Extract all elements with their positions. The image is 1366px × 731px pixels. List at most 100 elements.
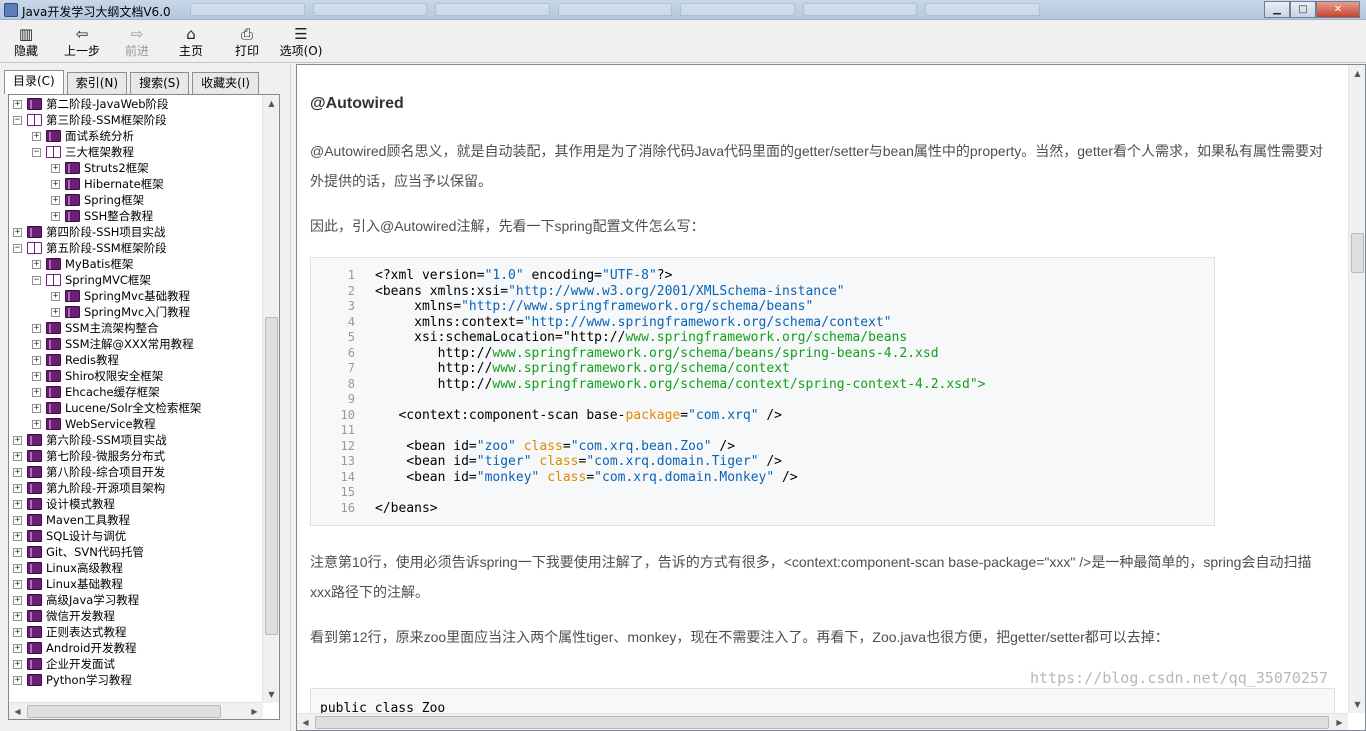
expand-toggle-icon[interactable]: + [13,579,22,589]
tree-item[interactable]: + Lucene/Solr全文检索框架 [32,400,201,416]
tree-item[interactable]: + Linux高级教程 [13,560,123,576]
scroll-up-arrow[interactable]: ▲ [1349,65,1365,82]
tree-item[interactable]: + 微信开发教程 [13,608,115,624]
expand-toggle-icon[interactable]: + [51,291,60,301]
tree-item[interactable]: + 第七阶段-微服务分布式 [13,448,165,464]
scroll-thumb[interactable] [315,716,1329,729]
tab-favorites[interactable]: 收藏夹(I) [192,72,259,94]
expand-toggle-icon[interactable]: + [51,195,60,205]
expand-toggle-icon[interactable]: + [32,371,41,381]
expand-toggle-icon[interactable]: + [13,467,22,477]
scroll-left-arrow[interactable]: ◀ [9,703,26,720]
expand-toggle-icon[interactable]: + [13,675,22,685]
scroll-left-arrow[interactable]: ◀ [297,714,314,730]
back-button[interactable]: ⇦ 上一步 [58,24,106,60]
tree-item[interactable]: + Linux基础教程 [13,576,123,592]
expand-toggle-icon[interactable]: + [13,451,22,461]
tree-item[interactable]: + MyBatis框架 [32,256,133,272]
tree-item[interactable]: + SpringMvc入门教程 [51,304,190,320]
expand-toggle-icon[interactable]: + [32,387,41,397]
expand-toggle-icon[interactable]: + [51,163,60,173]
tree-item[interactable]: + 设计模式教程 [13,496,115,512]
tab-contents[interactable]: 目录(C) [4,70,64,94]
tree-item[interactable]: − 三大框架教程 [32,144,134,160]
tree-item[interactable]: + SpringMvc基础教程 [51,288,190,304]
print-button[interactable]: ⎙ 打印 [228,24,266,60]
home-button[interactable]: ⌂ 主页 [172,24,210,60]
options-button[interactable]: ☰ 选项(O) [276,24,326,60]
maximize-button[interactable]: □ [1290,1,1316,18]
tree-item[interactable]: + 面试系统分析 [32,128,134,144]
scroll-thumb[interactable] [265,317,278,635]
tree-item[interactable]: + SQL设计与调优 [13,528,126,544]
expand-toggle-icon[interactable]: + [51,307,60,317]
expand-toggle-icon[interactable]: + [13,483,22,493]
tree-item[interactable]: − 第五阶段-SSM框架阶段 [13,240,167,256]
hide-button[interactable]: ▥ 隐藏 [6,24,46,60]
tab-index[interactable]: 索引(N) [66,72,128,94]
expand-toggle-icon[interactable]: + [13,595,22,605]
expand-toggle-icon[interactable]: + [13,99,22,109]
expand-toggle-icon[interactable]: + [32,419,41,429]
tree-item[interactable]: + 第八阶段-综合项目开发 [13,464,165,480]
tree-item[interactable]: + 第四阶段-SSH项目实战 [13,224,165,240]
expand-toggle-icon[interactable]: + [13,643,22,653]
expand-toggle-icon[interactable]: + [13,435,22,445]
tree-item[interactable]: + Spring框架 [51,192,144,208]
content-vertical-scrollbar[interactable]: ▲ ▼ [1348,65,1365,713]
expand-toggle-icon[interactable]: + [32,131,41,141]
tree-item[interactable]: + 第九阶段-开源项目架构 [13,480,165,496]
tree-item[interactable]: + 企业开发面试 [13,656,115,672]
tree-vertical-scrollbar[interactable]: ▲ ▼ [262,95,279,703]
tree-item[interactable]: + WebService教程 [32,416,156,432]
expand-toggle-icon[interactable]: + [13,563,22,573]
collapse-toggle-icon[interactable]: − [13,115,22,125]
expand-toggle-icon[interactable]: + [32,355,41,365]
expand-toggle-icon[interactable]: + [13,627,22,637]
minimize-button[interactable]: ▁ [1264,1,1290,18]
tree-item[interactable]: + 第六阶段-SSM项目实战 [13,432,167,448]
tree-item[interactable]: + Struts2框架 [51,160,149,176]
expand-toggle-icon[interactable]: + [13,611,22,621]
expand-toggle-icon[interactable]: + [13,531,22,541]
scroll-thumb[interactable] [27,705,221,718]
collapse-toggle-icon[interactable]: − [13,243,22,253]
tree-item[interactable]: + Shiro权限安全框架 [32,368,163,384]
close-button[interactable]: ✕ [1316,1,1360,18]
tree-item[interactable]: + Android开发教程 [13,640,136,656]
expand-toggle-icon[interactable]: + [51,211,60,221]
collapse-toggle-icon[interactable]: − [32,147,41,157]
scroll-right-arrow[interactable]: ▶ [1331,714,1348,730]
tree-item[interactable]: + 第二阶段-JavaWeb阶段 [13,96,169,112]
expand-toggle-icon[interactable]: + [13,227,22,237]
expand-toggle-icon[interactable]: + [13,499,22,509]
tree-item[interactable]: + Python学习教程 [13,672,132,688]
expand-toggle-icon[interactable]: + [13,547,22,557]
tree-item[interactable]: + Hibernate框架 [51,176,164,192]
tree-item[interactable]: + Maven工具教程 [13,512,130,528]
collapse-toggle-icon[interactable]: − [32,275,41,285]
scroll-right-arrow[interactable]: ▶ [246,703,263,720]
tree-item[interactable]: + Ehcache缓存框架 [32,384,160,400]
tree-item[interactable]: + Git、SVN代码托管 [13,544,144,560]
tab-search[interactable]: 搜索(S) [130,72,190,94]
expand-toggle-icon[interactable]: + [32,323,41,333]
scroll-up-arrow[interactable]: ▲ [263,95,280,112]
forward-button[interactable]: ⇨ 前进 [118,24,156,60]
expand-toggle-icon[interactable]: + [13,515,22,525]
expand-toggle-icon[interactable]: + [32,403,41,413]
scroll-down-arrow[interactable]: ▼ [1349,696,1365,713]
expand-toggle-icon[interactable]: + [13,659,22,669]
content-horizontal-scrollbar[interactable]: ◀ ▶ [297,713,1348,730]
tree-item[interactable]: + 高级Java学习教程 [13,592,139,608]
tree-item[interactable]: + Redis教程 [32,352,119,368]
scroll-thumb[interactable] [1351,233,1364,273]
tree-item[interactable]: + SSM注解@XXX常用教程 [32,336,194,352]
expand-toggle-icon[interactable]: + [32,339,41,349]
tree-item[interactable]: + 正则表达式教程 [13,624,127,640]
tree-horizontal-scrollbar[interactable]: ◀ ▶ [9,702,263,719]
expand-toggle-icon[interactable]: + [32,259,41,269]
tree-item[interactable]: + SSM主流架构整合 [32,320,159,336]
expand-toggle-icon[interactable]: + [51,179,60,189]
tree-item[interactable]: − SpringMVC框架 [32,272,151,288]
